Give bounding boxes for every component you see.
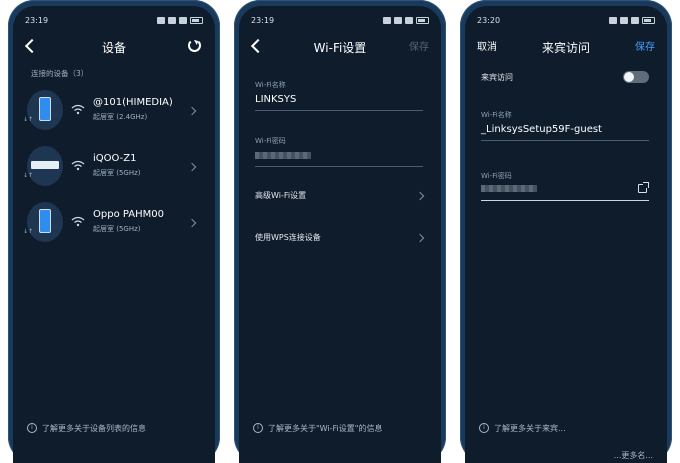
page-title: 来宾访问 [541,40,590,55]
status-time: 23:20 [477,15,501,25]
device-name: @101(HIMEDIA) [93,97,173,108]
guest-wifi-password-input[interactable] [481,185,537,192]
wifi-settings-screen: 23:19 Wi-Fi设置 保存 Wi-Fi名称 LINKSYS Wi-Fi密码… [239,6,441,463]
device-item[interactable]: ↓↑ iQOO-Z1 起居室 (5GHz) [23,146,205,190]
traffic-arrows-icon: ↓↑ [23,228,34,235]
wps-connect-item[interactable]: 使用WPS连接设备 [255,232,425,250]
guest-wifi-name-input[interactable]: _LinksysSetup59F-guest [481,124,602,135]
share-icon[interactable] [638,182,649,193]
device-item[interactable]: ↓↑ Oppo PAHM00 起居室 (5GHz) [23,202,205,246]
page-title: Wi-Fi设置 [313,40,367,55]
device-avatar [27,90,63,130]
refresh-icon[interactable] [188,39,201,52]
device-detail: 起居室 (5GHz) [93,169,141,177]
guest-access-toggle[interactable] [623,71,649,83]
info-icon: i [479,423,489,433]
devices-screen: 23:19 设备 连接的设备（3） ↓↑ @101(HIMEDIA) 起居室 (… [13,6,215,463]
wifi-password-underline [255,166,423,167]
connected-devices-label: 连接的设备（3） [31,69,89,78]
status-time: 23:19 [25,15,49,25]
status-bar: 23:20 [477,13,655,27]
cancel-button[interactable]: 取消 [477,38,497,53]
router-icon [31,161,59,169]
phone-icon [39,209,51,233]
device-avatar [27,202,63,242]
info-footer-text: 了解更多关于"Wi-Fi设置"的信息 [268,423,383,433]
wifi-password-input[interactable] [255,152,311,159]
wifi-icon [71,216,85,227]
status-icons [383,16,429,24]
save-button[interactable]: 保存 [635,38,655,53]
guest-access-screen: 23:20 取消 来宾访问 保存 来宾访问 Wi-Fi名称 _LinksysSe… [465,6,667,463]
wifi-password-label: Wi-Fi密码 [255,137,286,145]
chevron-right-icon [187,218,197,228]
wifi-name-input[interactable]: LINKSYS [255,94,296,105]
save-button[interactable]: 保存 [409,38,429,53]
status-icons [157,16,203,24]
chevron-right-icon [187,106,197,116]
device-detail: 起居室 (2.4GHz) [93,113,148,121]
wifi-icon [71,104,85,115]
nav-bar: 设备 [13,34,215,60]
chevron-right-icon [415,233,425,243]
back-arrow-icon[interactable] [250,38,266,54]
phone-frame-devices: 23:19 设备 连接的设备（3） ↓↑ @101(HIMEDIA) 起居室 (… [8,0,220,463]
menu-item-label: 使用WPS连接设备 [255,233,321,242]
menu-item-label: 高级Wi-Fi设置 [255,191,307,200]
watermark-text: ...更多名... [613,451,653,460]
wifi-password-label: Wi-Fi密码 [481,172,512,180]
wifi-password-underline [481,200,649,201]
device-name: Oppo PAHM00 [93,209,164,220]
traffic-arrows-icon: ↓↑ [23,172,34,179]
chevron-right-icon [415,191,425,201]
guest-access-label: 来宾访问 [481,73,513,82]
info-footer[interactable]: i 了解更多关于来宾... [479,421,657,435]
page-title: 设备 [101,40,126,55]
chevron-right-icon [187,162,197,172]
status-bar: 23:19 [251,13,429,27]
info-icon: i [27,423,37,433]
device-avatar [27,146,63,186]
info-footer[interactable]: i 了解更多关于"Wi-Fi设置"的信息 [253,421,431,435]
nav-bar: 取消 来宾访问 保存 [465,34,667,60]
traffic-arrows-icon: ↓↑ [23,116,34,123]
status-time: 23:19 [251,15,275,25]
wifi-name-label: Wi-Fi名称 [255,81,286,89]
info-footer-text: 了解更多关于来宾... [494,423,566,433]
nav-bar: Wi-Fi设置 保存 [239,34,441,60]
wifi-name-label: Wi-Fi名称 [481,111,512,119]
info-footer[interactable]: i 了解更多关于设备列表的信息 [27,421,205,435]
back-arrow-icon[interactable] [24,38,40,54]
phone-frame-guest-access: 23:20 取消 来宾访问 保存 来宾访问 Wi-Fi名称 _LinksysSe… [460,0,672,463]
phone-icon [39,97,51,121]
info-footer-text: 了解更多关于设备列表的信息 [42,423,146,433]
device-detail: 起居室 (5GHz) [93,225,141,233]
device-item[interactable]: ↓↑ @101(HIMEDIA) 起居室 (2.4GHz) [23,90,205,134]
status-bar: 23:19 [25,13,203,27]
wifi-name-underline [255,110,423,111]
device-name: iQOO-Z1 [93,153,137,164]
wifi-name-underline [481,140,649,141]
phone-frame-wifi-settings: 23:19 Wi-Fi设置 保存 Wi-Fi名称 LINKSYS Wi-Fi密码… [234,0,446,463]
status-icons [609,16,655,24]
wifi-icon [71,160,85,171]
advanced-wifi-settings-item[interactable]: 高级Wi-Fi设置 [255,190,425,208]
info-icon: i [253,423,263,433]
